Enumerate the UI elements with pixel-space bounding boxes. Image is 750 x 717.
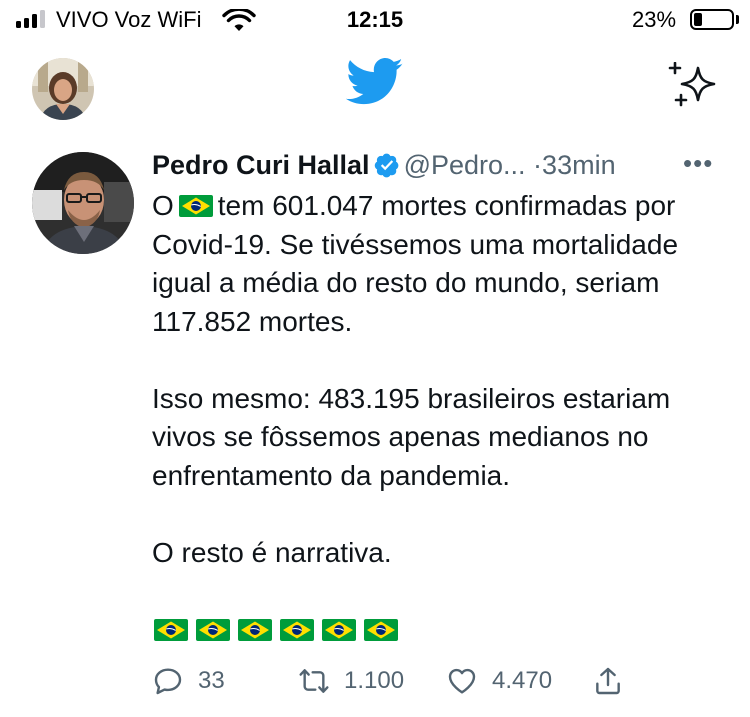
tweet-actions: 33 1.100 4.470 xyxy=(152,665,652,705)
paragraph-1-text: tem 601.047 mortes confirmadas por Covid… xyxy=(152,190,679,337)
tweet-text: Otem 601.047 mortes confirmadas por Covi… xyxy=(152,187,722,572)
profile-avatar[interactable] xyxy=(32,58,94,120)
tweet-header: Pedro Curi Hallal @Pedro... ·33min xyxy=(152,150,722,186)
flags-row xyxy=(154,619,398,641)
tweet-paragraph-1: Otem 601.047 mortes confirmadas por Covi… xyxy=(152,187,722,341)
tweet-paragraph-3: O resto é narrativa. xyxy=(152,536,392,568)
brazil-flag-icon xyxy=(280,619,314,641)
verified-badge-icon xyxy=(374,153,398,178)
share-icon xyxy=(596,667,620,695)
brazil-flag-icon xyxy=(178,195,213,217)
tweet-time[interactable]: 33min xyxy=(542,150,616,180)
author-handle[interactable]: @Pedro... xyxy=(404,150,526,180)
battery-level xyxy=(694,13,702,26)
battery-percent: 23% xyxy=(632,7,677,32)
heart-icon xyxy=(448,668,476,694)
like-button[interactable]: 4.470 xyxy=(446,665,552,697)
battery-icon xyxy=(690,9,734,30)
brazil-flag-icon xyxy=(196,619,230,641)
retweet-icon xyxy=(299,669,329,693)
brazil-flag-icon xyxy=(154,619,188,641)
author-name[interactable]: Pedro Curi Hallal xyxy=(152,150,370,180)
tweet[interactable]: Pedro Curi Hallal @Pedro... ·33min ••• Ot… xyxy=(0,135,750,717)
paragraph-1-prefix: O xyxy=(152,190,174,221)
separator-dot: · xyxy=(533,150,543,180)
brazil-flag-icon xyxy=(322,619,356,641)
reply-icon xyxy=(154,668,182,695)
app-header xyxy=(0,40,750,135)
author-avatar[interactable] xyxy=(32,152,134,254)
reply-count: 33 xyxy=(198,667,225,694)
retweet-count: 1.100 xyxy=(344,667,405,694)
tweet-paragraph-2: Isso mesmo: 483.195 brasileiros estariam… xyxy=(152,382,671,491)
share-button[interactable] xyxy=(592,665,624,697)
reply-button[interactable]: 33 xyxy=(152,665,225,697)
more-options-icon[interactable]: ••• xyxy=(683,148,723,178)
twitter-bird-icon[interactable] xyxy=(346,58,404,106)
brazil-flag-icon xyxy=(364,619,398,641)
retweet-button[interactable]: 1.100 xyxy=(298,665,404,697)
like-count: 4.470 xyxy=(492,667,553,694)
status-bar: VIVO Voz WiFi 12:15 23% xyxy=(0,0,750,40)
brazil-flag-icon xyxy=(238,619,272,641)
sparkle-icon[interactable] xyxy=(668,62,720,110)
battery-tip xyxy=(736,15,739,24)
